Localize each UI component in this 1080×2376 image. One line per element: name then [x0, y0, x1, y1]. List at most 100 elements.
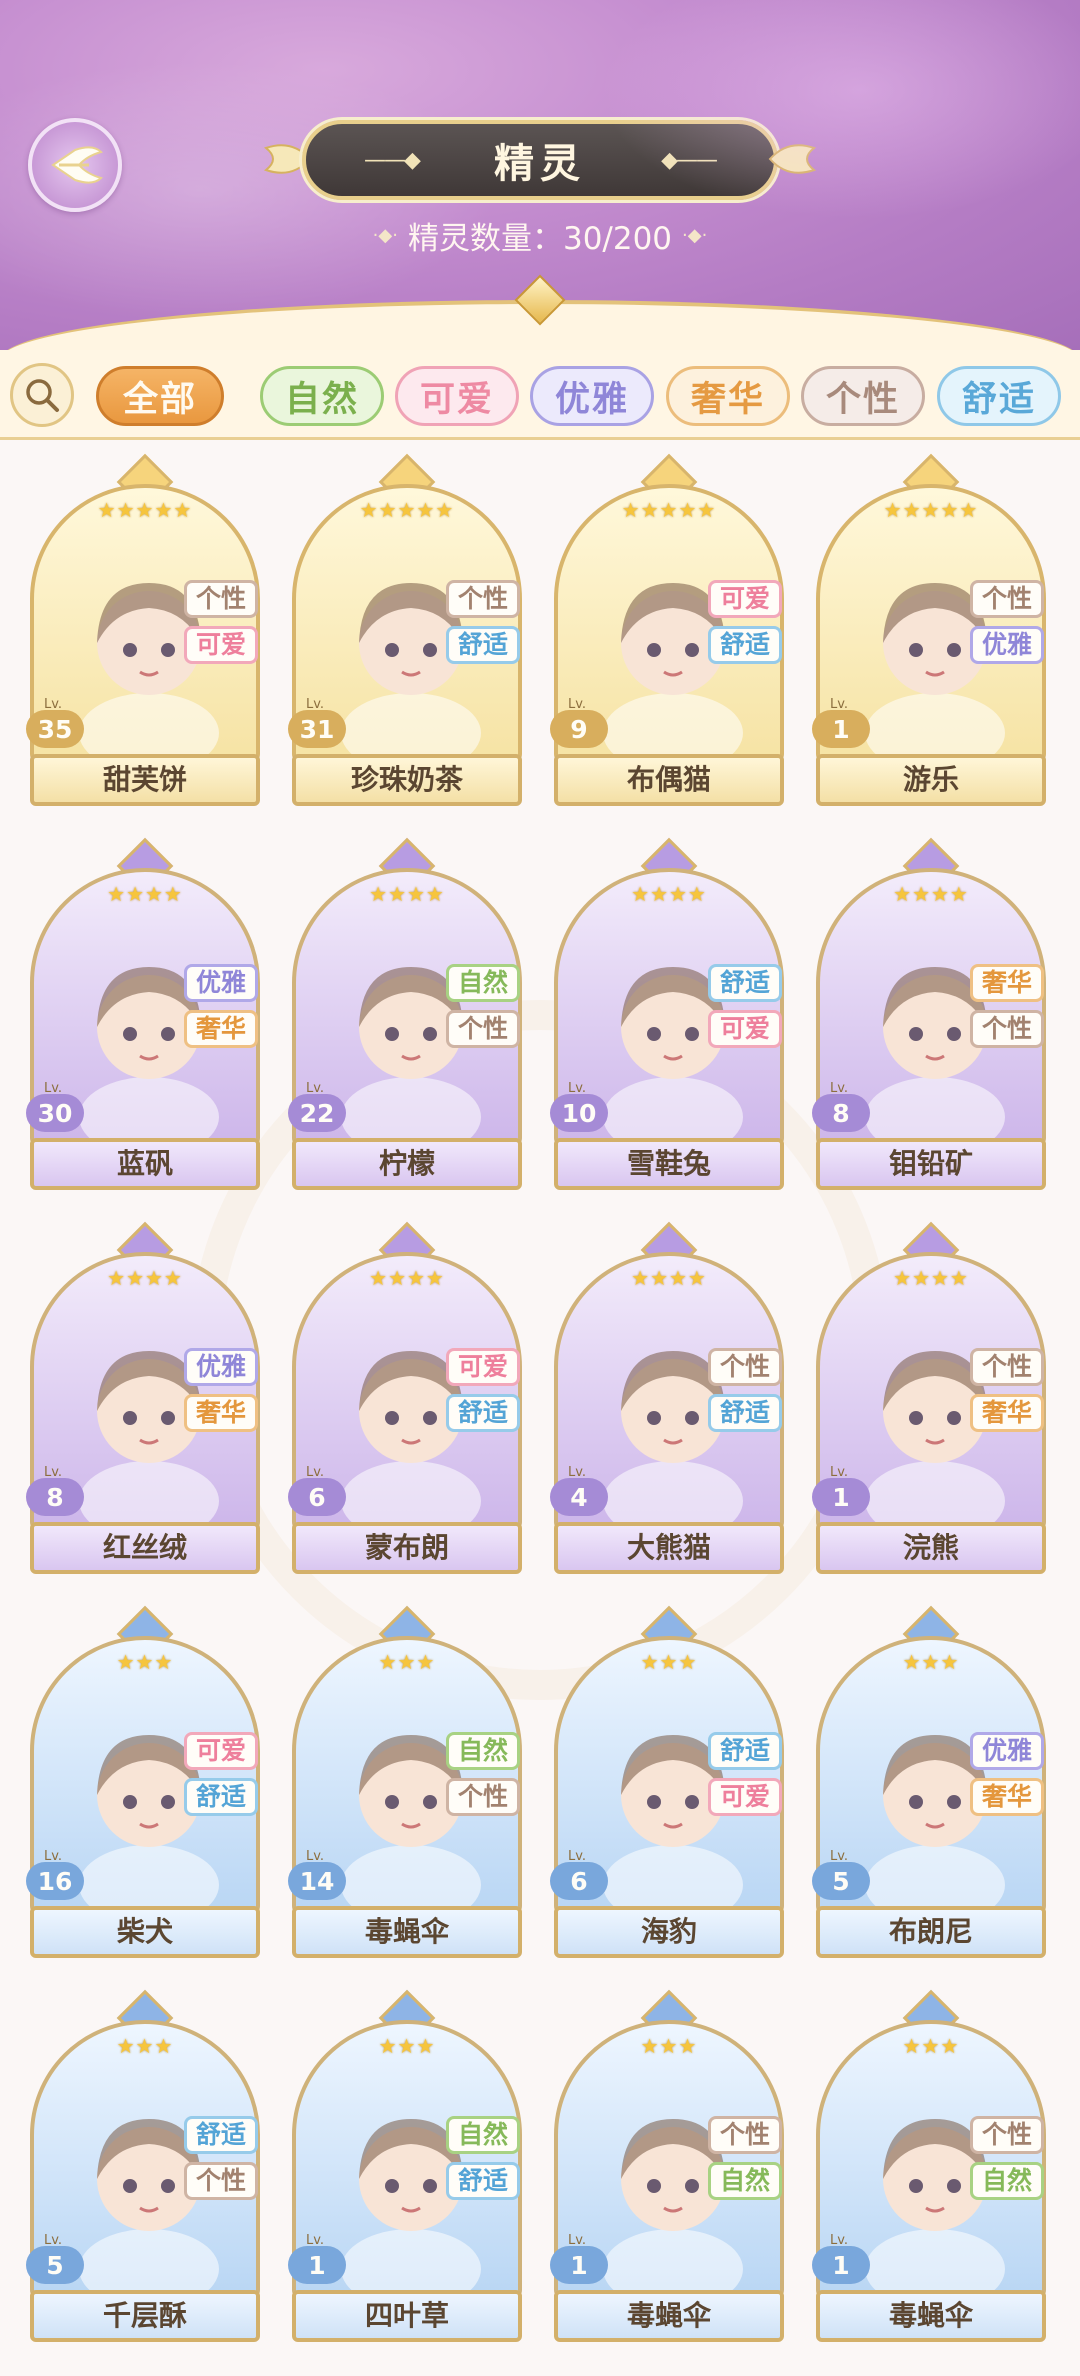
- spirit-card[interactable]: ★★★ 可爱 舒适 Lv. 16 柴犬: [26, 1605, 260, 1959]
- trait-tag: 个性: [970, 1010, 1044, 1048]
- trait-tag: 可爱: [708, 1010, 782, 1048]
- spirit-card[interactable]: ★★★★ 个性 奢华 Lv. 1 浣熊: [812, 1221, 1046, 1575]
- spirit-name: 柠檬: [292, 1138, 522, 1190]
- level-badge: 5: [812, 1862, 870, 1900]
- spirit-name: 大熊猫: [554, 1522, 784, 1574]
- spirit-card[interactable]: ★★★★ 舒适 可爱 Lv. 10 雪鞋兔: [550, 837, 784, 1191]
- page-title: 精灵: [494, 141, 586, 187]
- spirit-card[interactable]: ★★★ 自然 舒适 Lv. 1 四叶草: [288, 1989, 522, 2343]
- spirit-name: 布偶猫: [554, 754, 784, 806]
- search-button[interactable]: [10, 363, 74, 427]
- filter-personality[interactable]: 个性: [801, 366, 925, 426]
- level-badge: 35: [26, 710, 84, 748]
- spirit-card[interactable]: ★★★ 自然 个性 Lv. 14 毒蝇伞: [288, 1605, 522, 1959]
- spirit-name: 甜芙饼: [30, 754, 260, 806]
- trait-tag: 个性: [970, 580, 1044, 618]
- trait-tag: 个性: [446, 580, 520, 618]
- spirit-name: 毒蝇伞: [292, 1906, 522, 1958]
- level-badge: 16: [26, 1862, 84, 1900]
- rarity-stars: ★★★★: [107, 1266, 183, 1290]
- filter-bar: 全部 自然 可爱 优雅 奢华 个性 舒适: [0, 350, 1080, 440]
- trait-tag: 舒适: [708, 626, 782, 664]
- spirit-name: 千层酥: [30, 2290, 260, 2342]
- spirit-card[interactable]: ★★★ 个性 自然 Lv. 1 毒蝇伞: [812, 1989, 1046, 2343]
- count-decoration-left-icon: ·◆·: [372, 224, 398, 246]
- spirit-card[interactable]: ★★★★★ 可爱 舒适 Lv. 9 布偶猫: [550, 453, 784, 807]
- filter-nature[interactable]: 自然: [260, 366, 384, 426]
- level-badge: 8: [812, 1094, 870, 1132]
- trait-tag: 舒适: [708, 1732, 782, 1770]
- level-badge: 6: [550, 1862, 608, 1900]
- trait-tag: 可爱: [184, 1732, 258, 1770]
- spirit-card[interactable]: ★★★★ 优雅 奢华 Lv. 8 红丝绒: [26, 1221, 260, 1575]
- spirit-card[interactable]: ★★★★ 奢华 个性 Lv. 8 钼铅矿: [812, 837, 1046, 1191]
- trait-tag: 个性: [970, 1348, 1044, 1386]
- level-badge: 1: [288, 2246, 346, 2284]
- trait-tag: 可爱: [446, 1348, 520, 1386]
- spirit-card[interactable]: ★★★★ 优雅 奢华 Lv. 30 蓝矾: [26, 837, 260, 1191]
- trait-tag: 可爱: [184, 626, 258, 664]
- level-badge: 6: [288, 1478, 346, 1516]
- filter-comfort[interactable]: 舒适: [937, 366, 1061, 426]
- trait-tag: 舒适: [184, 2116, 258, 2154]
- spirit-card[interactable]: ★★★★★ 个性 可爱 Lv. 35 甜芙饼: [26, 453, 260, 807]
- spirit-name: 雪鞋兔: [554, 1138, 784, 1190]
- trait-tag: 舒适: [446, 626, 520, 664]
- spirit-card[interactable]: ★★★★ 个性 舒适 Lv. 4 大熊猫: [550, 1221, 784, 1575]
- trait-tag: 个性: [446, 1778, 520, 1816]
- level-badge: 1: [812, 710, 870, 748]
- filter-cute[interactable]: 可爱: [395, 366, 519, 426]
- level-badge: 14: [288, 1862, 346, 1900]
- level-badge: 9: [550, 710, 608, 748]
- level-badge: 10: [550, 1094, 608, 1132]
- spirit-card[interactable]: ★★★ 舒适 个性 Lv. 5 千层酥: [26, 1989, 260, 2343]
- spirit-name: 游乐: [816, 754, 1046, 806]
- rarity-stars: ★★★★: [893, 1266, 969, 1290]
- trait-tag: 奢华: [970, 1778, 1044, 1816]
- trait-tag: 个性: [708, 2116, 782, 2154]
- trait-tag: 可爱: [708, 580, 782, 618]
- spirit-name: 毒蝇伞: [816, 2290, 1046, 2342]
- level-badge: 5: [26, 2246, 84, 2284]
- title-plate: ——◆ 精灵 ◆——: [302, 120, 778, 200]
- back-button[interactable]: [28, 118, 122, 212]
- spirit-name: 海豹: [554, 1906, 784, 1958]
- rarity-stars: ★★★: [640, 1650, 698, 1674]
- trait-tag: 舒适: [446, 1394, 520, 1432]
- rarity-stars: ★★★: [378, 2034, 436, 2058]
- level-badge: 8: [26, 1478, 84, 1516]
- rarity-stars: ★★★★: [107, 882, 183, 906]
- spirit-name: 蒙布朗: [292, 1522, 522, 1574]
- rarity-stars: ★★★: [378, 1650, 436, 1674]
- trait-tag: 奢华: [970, 964, 1044, 1002]
- spirit-card[interactable]: ★★★ 优雅 奢华 Lv. 5 布朗尼: [812, 1605, 1046, 1959]
- spirit-card[interactable]: ★★★ 舒适 可爱 Lv. 6 海豹: [550, 1605, 784, 1959]
- spirit-card[interactable]: ★★★★★ 个性 舒适 Lv. 31 珍珠奶茶: [288, 453, 522, 807]
- rarity-stars: ★★★★★: [359, 498, 455, 522]
- spirit-card[interactable]: ★★★ 个性 自然 Lv. 1 毒蝇伞: [550, 1989, 784, 2343]
- rarity-stars: ★★★: [902, 2034, 960, 2058]
- spirit-name: 蓝矾: [30, 1138, 260, 1190]
- rarity-stars: ★★★★★: [97, 498, 193, 522]
- rarity-stars: ★★★: [116, 1650, 174, 1674]
- back-wing-icon: [51, 146, 103, 184]
- spirit-name: 珍珠奶茶: [292, 754, 522, 806]
- rarity-stars: ★★★★: [631, 882, 707, 906]
- filter-elegant[interactable]: 优雅: [530, 366, 654, 426]
- rarity-stars: ★★★★: [631, 1266, 707, 1290]
- level-badge: 1: [812, 1478, 870, 1516]
- spirit-name: 柴犬: [30, 1906, 260, 1958]
- spirit-card[interactable]: ★★★★ 自然 个性 Lv. 22 柠檬: [288, 837, 522, 1191]
- rarity-stars: ★★★★★: [883, 498, 979, 522]
- filter-luxury[interactable]: 奢华: [666, 366, 790, 426]
- trait-tag: 奢华: [184, 1394, 258, 1432]
- spirit-card[interactable]: ★★★★★ 个性 优雅 Lv. 1 游乐: [812, 453, 1046, 807]
- spirit-name: 毒蝇伞: [554, 2290, 784, 2342]
- rarity-stars: ★★★: [640, 2034, 698, 2058]
- level-badge: 1: [550, 2246, 608, 2284]
- trait-tag: 舒适: [708, 964, 782, 1002]
- spirit-card[interactable]: ★★★★ 可爱 舒适 Lv. 6 蒙布朗: [288, 1221, 522, 1575]
- rarity-stars: ★★★: [116, 2034, 174, 2058]
- filter-all[interactable]: 全部: [96, 366, 224, 426]
- trait-tag: 个性: [970, 2116, 1044, 2154]
